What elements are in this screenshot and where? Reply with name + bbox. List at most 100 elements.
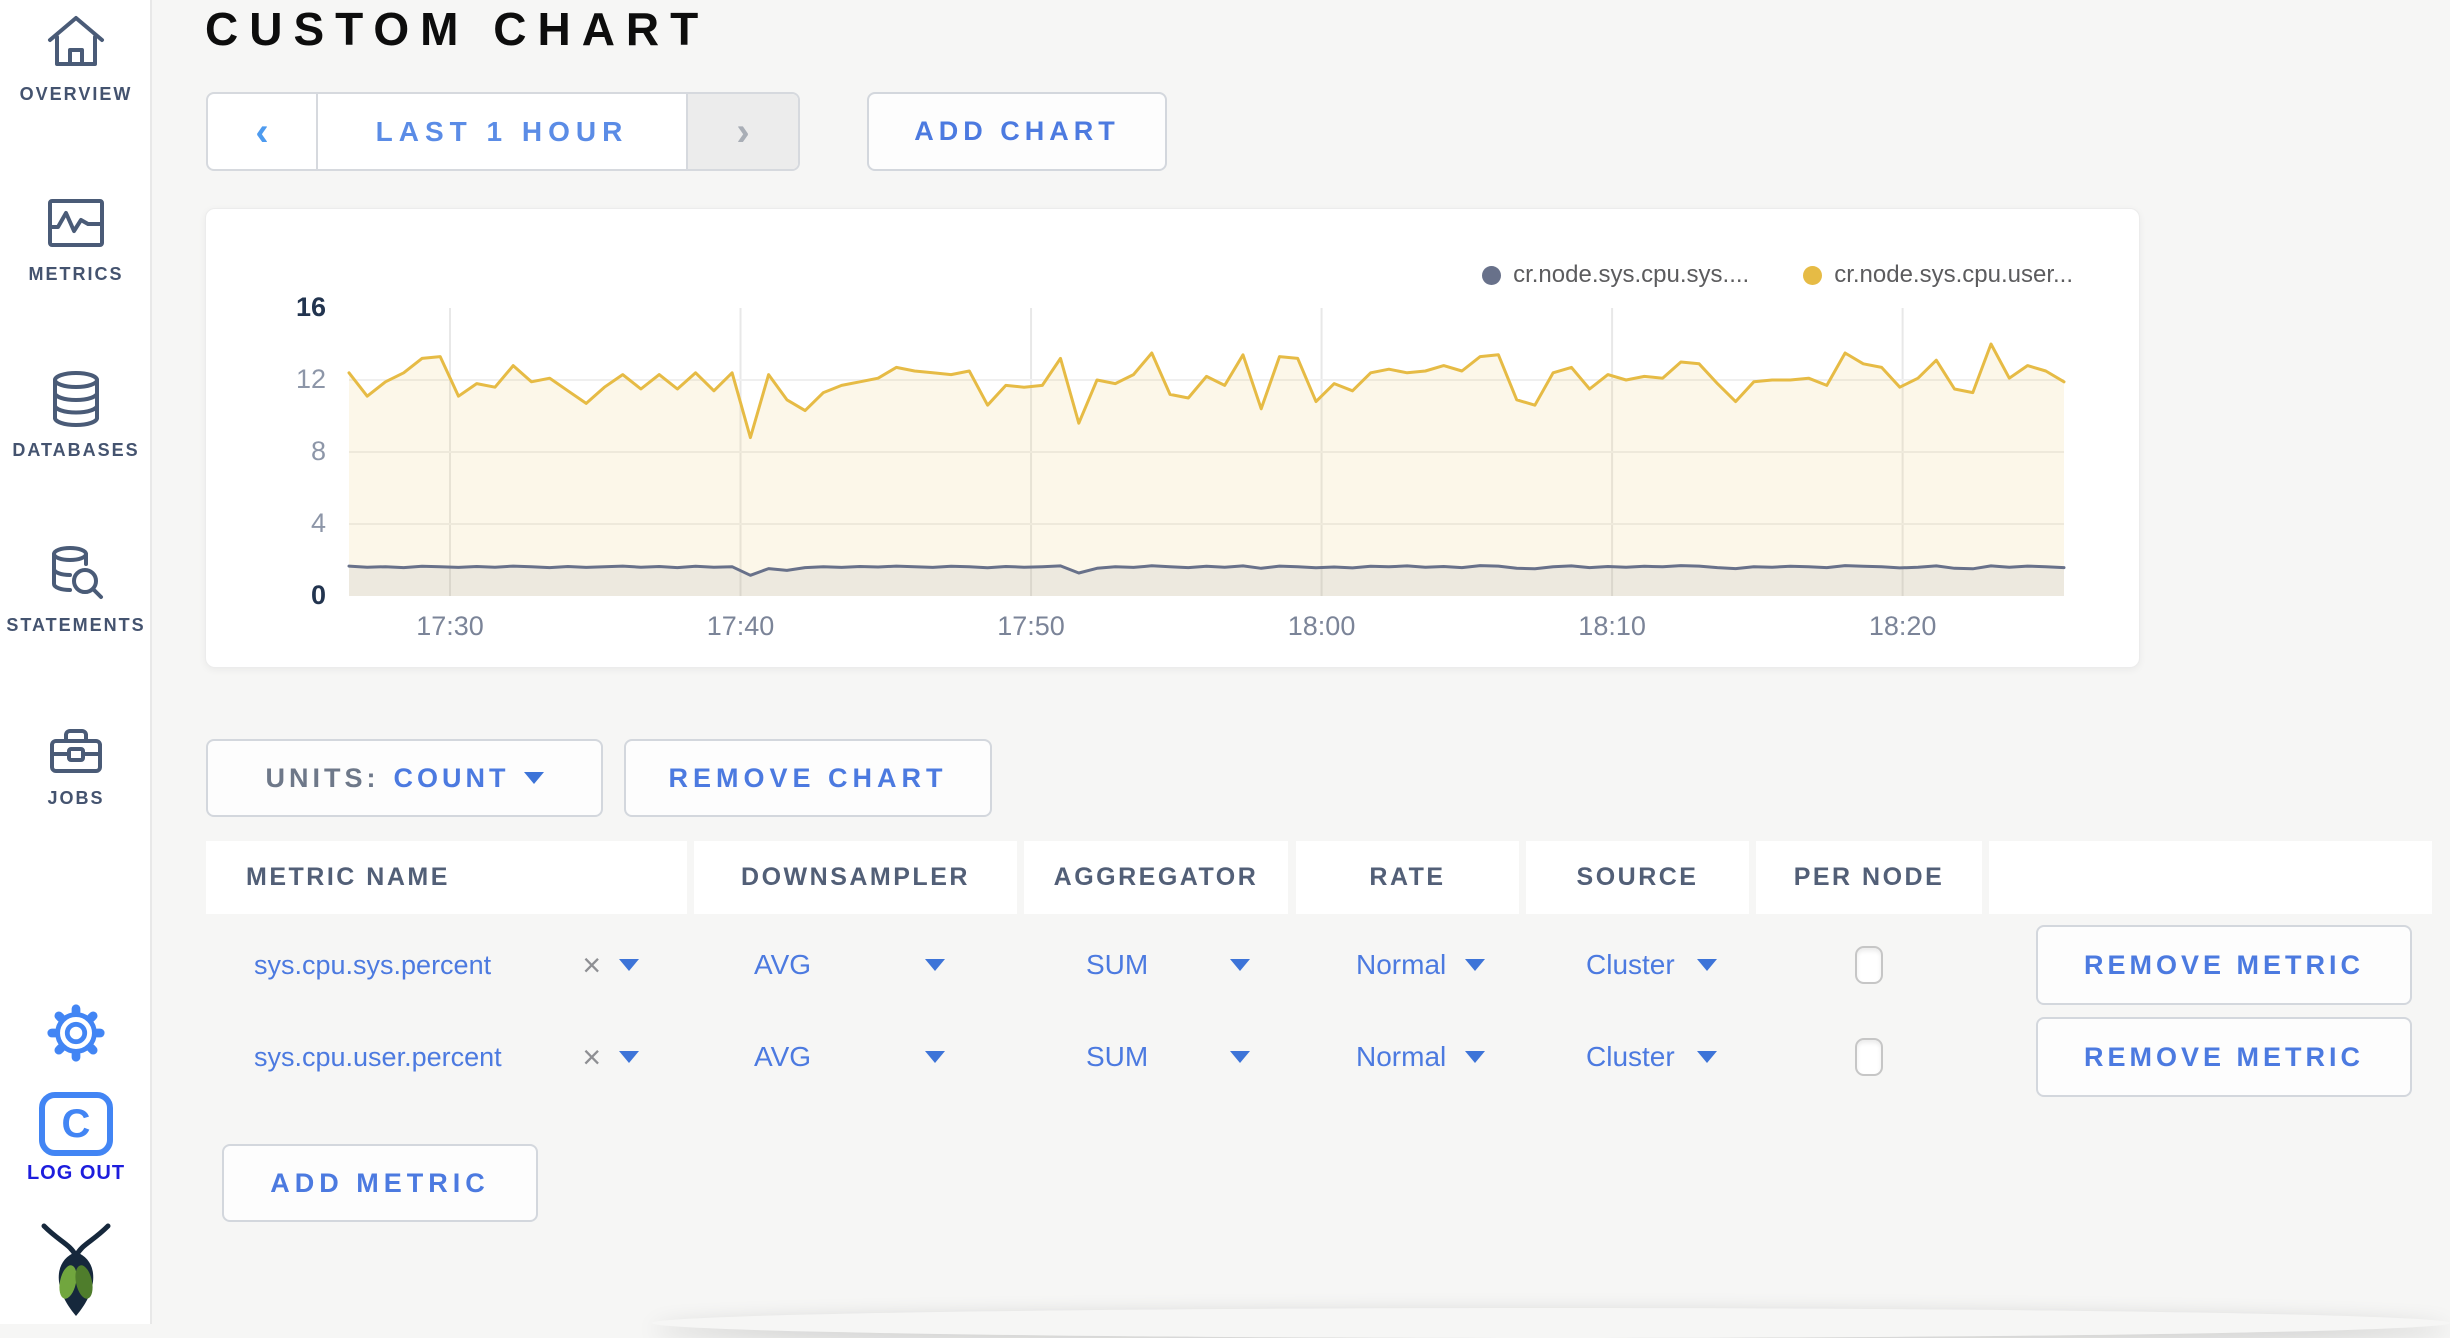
remove-metric-button[interactable]: REMOVE METRIC: [2036, 1017, 2412, 1097]
units-dropdown[interactable]: UNITS: COUNT: [206, 739, 603, 817]
bottom-shadow: [652, 1308, 2450, 1338]
y-axis-tick-label: 8: [310, 436, 326, 466]
column-header-per-node: PER NODE: [1756, 841, 1982, 914]
chevron-left-icon: ‹: [255, 109, 269, 154]
rate-dropdown[interactable]: Normal: [1296, 1017, 1519, 1097]
sidebar-item-jobs[interactable]: JOBS: [0, 720, 152, 809]
sidebar-item-databases[interactable]: DATABASES: [0, 368, 152, 461]
sidebar-item-label: OVERVIEW: [19, 84, 133, 104]
caret-down-icon: [619, 1051, 639, 1063]
aggregator-value: SUM: [1086, 1041, 1149, 1072]
x-axis-tick-label: 17:30: [416, 611, 484, 641]
rate-value: Normal: [1356, 1041, 1447, 1072]
c-logo-letter: C: [61, 1101, 91, 1146]
add-metric-button[interactable]: ADD METRIC: [222, 1144, 538, 1222]
units-value: COUNT: [393, 762, 510, 793]
caret-down-icon: [1230, 1051, 1250, 1063]
column-header-aggregator: AGGREGATOR: [1024, 841, 1288, 914]
time-range-display[interactable]: LAST 1 HOUR: [318, 94, 686, 169]
metric-name-value: sys.cpu.sys.percent: [254, 949, 492, 980]
chart-plot-area[interactable]: [347, 308, 2066, 596]
units-label: UNITS:: [265, 762, 380, 793]
brand-logo: [0, 1222, 152, 1320]
downsampler-value: AVG: [754, 949, 812, 980]
gear-icon: [0, 1002, 152, 1064]
legend-item-sys[interactable]: cr.node.sys.cpu.sys....: [1482, 261, 1749, 289]
chart-legend: cr.node.sys.cpu.sys.... cr.node.sys.cpu.…: [1482, 261, 2073, 289]
chart-card: cr.node.sys.cpu.sys.... cr.node.sys.cpu.…: [205, 208, 2140, 668]
caret-down-icon: [1697, 959, 1717, 971]
aggregator-dropdown[interactable]: SUM: [1024, 1017, 1288, 1097]
legend-label-user: cr.node.sys.cpu.user...: [1834, 261, 2073, 288]
sidebar-item-label: DATABASES: [12, 440, 140, 460]
sidebar-item-metrics[interactable]: METRICS: [0, 192, 152, 285]
remove-metric-button[interactable]: REMOVE METRIC: [2036, 925, 2412, 1005]
y-axis-tick-label: 0: [310, 580, 326, 610]
column-header-source: SOURCE: [1526, 841, 1749, 914]
metric-name-cell[interactable]: sys.cpu.user.percent ×: [206, 1017, 687, 1097]
metric-name-cell[interactable]: sys.cpu.sys.percent ×: [206, 925, 687, 1005]
column-header-actions: [1989, 841, 2432, 914]
cockroach-logo-icon: [0, 1222, 152, 1320]
source-value: Cluster: [1586, 1041, 1675, 1072]
y-axis-tick-label: 16: [295, 292, 326, 322]
sidebar-item-label: JOBS: [47, 788, 105, 808]
source-dropdown[interactable]: Cluster: [1526, 1017, 1749, 1097]
caret-down-icon: [925, 1051, 945, 1063]
downsampler-dropdown[interactable]: AVG: [694, 925, 1017, 1005]
per-node-checkbox[interactable]: [1855, 946, 1883, 984]
sidebar: OVERVIEW METRICS DATABASES STATEMENTS JO…: [0, 0, 152, 1324]
column-header-metric-name: METRIC NAME: [206, 841, 687, 914]
x-axis-tick-label: 18:10: [1578, 611, 1646, 641]
databases-icon: [0, 368, 152, 430]
caret-down-icon: [523, 772, 544, 784]
caret-down-icon: [1697, 1051, 1717, 1063]
table-row: sys.cpu.sys.percent × AVG SUM Normal Clu…: [152, 925, 2450, 1005]
jobs-icon: [0, 720, 152, 778]
metric-name-value: sys.cpu.user.percent: [254, 1041, 502, 1072]
aggregator-value: SUM: [1086, 949, 1149, 980]
clear-metric-icon[interactable]: ×: [582, 947, 601, 984]
per-node-cell: [1756, 1017, 1982, 1097]
sidebar-item-label: STATEMENTS: [6, 615, 146, 635]
remove-chart-button[interactable]: REMOVE CHART: [624, 739, 992, 817]
legend-dot-user: [1803, 265, 1823, 285]
per-node-cell: [1756, 925, 1982, 1005]
statements-icon: [0, 543, 152, 605]
source-dropdown[interactable]: Cluster: [1526, 925, 1749, 1005]
downsampler-value: AVG: [754, 1041, 812, 1072]
time-range-prev-button[interactable]: ‹: [208, 94, 318, 169]
home-icon: [0, 12, 152, 74]
x-axis-tick-label: 17:40: [706, 611, 775, 641]
main-content: CUSTOM CHART ‹ LAST 1 HOUR › ADD CHART c…: [152, 0, 2450, 1324]
downsampler-dropdown[interactable]: AVG: [694, 1017, 1017, 1097]
caret-down-icon: [1465, 1051, 1485, 1063]
caret-down-icon: [619, 959, 639, 971]
logout-label: LOG OUT: [26, 1162, 126, 1184]
metrics-icon: [0, 192, 152, 254]
column-header-downsampler: DOWNSAMPLER: [694, 841, 1017, 914]
caret-down-icon: [1465, 959, 1485, 971]
sidebar-item-settings[interactable]: [0, 1002, 152, 1064]
legend-item-user[interactable]: cr.node.sys.cpu.user...: [1803, 261, 2073, 289]
x-axis-tick-label: 18:00: [1287, 611, 1356, 641]
table-row: sys.cpu.user.percent × AVG SUM Normal Cl…: [152, 1017, 2450, 1097]
add-chart-button[interactable]: ADD CHART: [867, 92, 1167, 171]
sidebar-item-overview[interactable]: OVERVIEW: [0, 12, 152, 105]
x-axis-tick-label: 17:50: [997, 611, 1065, 641]
y-axis-tick-label: 4: [310, 508, 326, 538]
sidebar-item-statements[interactable]: STATEMENTS: [0, 543, 152, 636]
x-axis-tick-label: 18:20: [1868, 611, 1937, 641]
rate-dropdown[interactable]: Normal: [1296, 925, 1519, 1005]
aggregator-dropdown[interactable]: SUM: [1024, 925, 1288, 1005]
source-value: Cluster: [1586, 949, 1675, 980]
caret-down-icon: [925, 959, 945, 971]
sidebar-item-label: METRICS: [28, 264, 124, 284]
clear-metric-icon[interactable]: ×: [582, 1039, 601, 1076]
per-node-checkbox[interactable]: [1855, 1038, 1883, 1076]
legend-dot-sys: [1482, 265, 1502, 285]
chevron-right-icon: ›: [736, 109, 750, 154]
cockroach-c-logo: C: [39, 1092, 113, 1156]
sidebar-item-logout[interactable]: C LOG OUT: [0, 1092, 152, 1185]
time-range-next-button[interactable]: ›: [686, 94, 798, 169]
